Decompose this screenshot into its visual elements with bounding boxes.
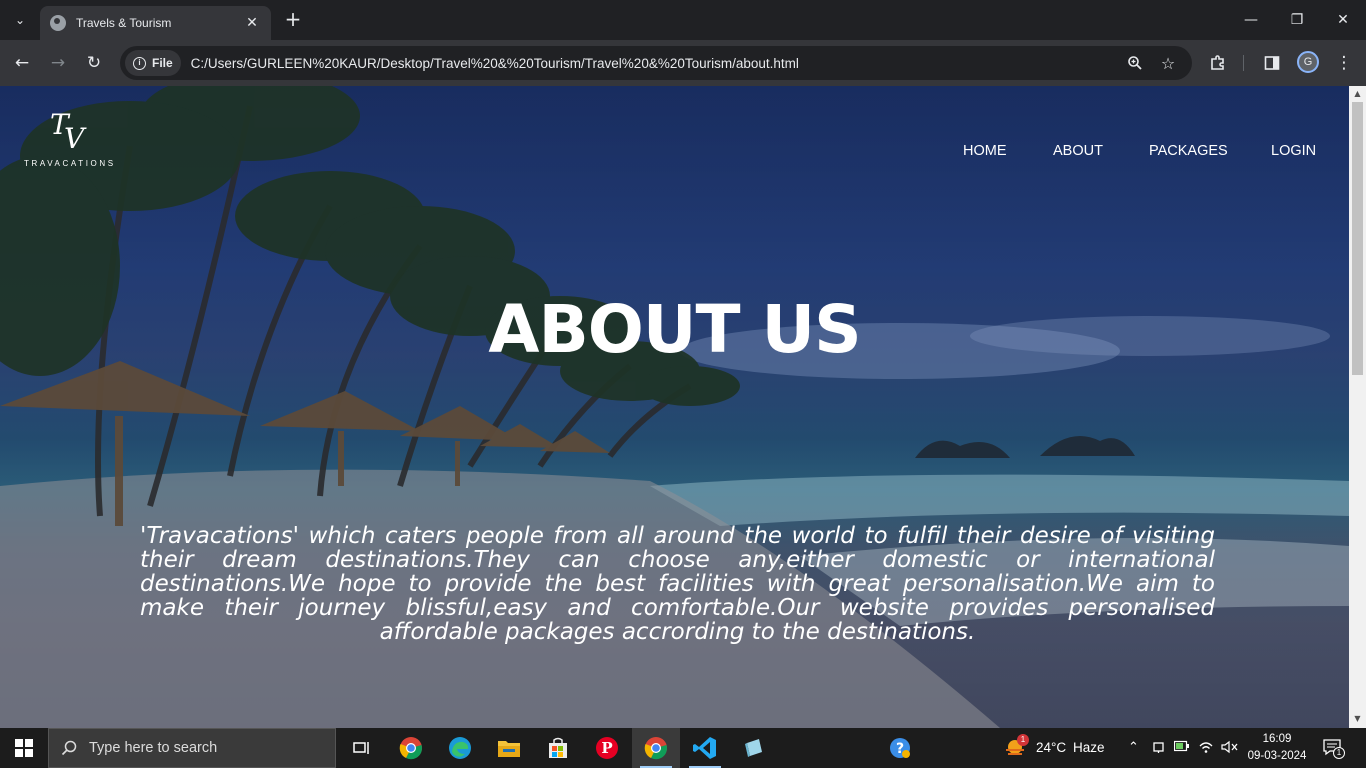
nav-packages-link[interactable]: PACKAGES: [1149, 143, 1228, 159]
search-icon: [61, 740, 77, 756]
nav-home-link[interactable]: HOME: [963, 143, 1007, 159]
extensions-puzzle-icon[interactable]: [1206, 51, 1230, 75]
file-label: File: [152, 56, 173, 70]
pinterest-icon[interactable]: P: [583, 728, 631, 768]
scroll-down-icon[interactable]: ▼: [1352, 713, 1363, 725]
globe-icon: [50, 15, 66, 31]
weather-description[interactable]: Haze: [1073, 740, 1105, 755]
clock-time: 16:09: [1262, 733, 1292, 745]
notepad-app-icon[interactable]: [730, 728, 778, 768]
task-view-icon[interactable]: [338, 728, 386, 768]
about-page: T V TRAVACATIONS HOME ABOUT PACKAGES LOG…: [0, 86, 1349, 728]
help-icon[interactable]: ?: [876, 728, 924, 768]
volume-muted-icon[interactable]: [1221, 740, 1239, 758]
windows-start-icon[interactable]: [0, 728, 48, 768]
new-tab-button[interactable]: +: [282, 9, 304, 31]
edge-icon[interactable]: [436, 728, 484, 768]
chrome-profile-icon[interactable]: [387, 728, 435, 768]
nav-about-link[interactable]: ABOUT: [1053, 143, 1103, 159]
wifi-icon[interactable]: [1198, 740, 1214, 758]
taskbar-clock[interactable]: 16:09 09-03-2024: [1244, 731, 1310, 765]
scroll-thumb[interactable]: [1352, 102, 1363, 375]
tab-close-icon[interactable]: ✕: [243, 15, 261, 31]
zoom-icon[interactable]: [1123, 51, 1147, 75]
tab-title: Travels & Tourism: [76, 16, 172, 30]
page-title: ABOUT US: [488, 291, 861, 368]
browser-toolbar: ← → ↻ i File C:/Users/GURLEEN%20KAUR/Des…: [0, 40, 1366, 86]
weather-haze-icon[interactable]: 1: [1004, 734, 1029, 756]
url-text[interactable]: C:/Users/GURLEEN%20KAUR/Desktop/Travel%2…: [191, 56, 799, 71]
show-hidden-icons-chevron-icon[interactable]: ⌃: [1128, 740, 1139, 755]
logo-wordmark: TRAVACATIONS: [24, 159, 116, 168]
notification-center-icon[interactable]: 1: [1322, 738, 1345, 759]
notification-count-badge: 1: [1333, 747, 1345, 759]
minimize-icon[interactable]: —: [1228, 8, 1274, 32]
about-description: 'Travacations' which caters people from …: [140, 523, 1215, 645]
microsoft-store-icon[interactable]: [534, 728, 582, 768]
search-placeholder: Type here to search: [89, 740, 218, 756]
svg-text:P: P: [601, 739, 612, 757]
chrome-menu-icon[interactable]: ⋮: [1332, 51, 1356, 75]
profile-avatar[interactable]: G: [1297, 51, 1319, 73]
battery-icon[interactable]: [1173, 740, 1190, 756]
back-arrow-icon[interactable]: ←: [10, 51, 34, 75]
browser-tab[interactable]: Travels & Tourism ✕: [40, 6, 271, 40]
windows-taskbar: Type here to search P ? 1 24°C Haze ⌃ 16…: [0, 728, 1366, 768]
nav-login-link[interactable]: LOGIN: [1271, 143, 1316, 159]
browser-tab-bar: ⌄ Travels & Tourism ✕ + — ❐ ✕: [0, 0, 1366, 40]
window-close-icon[interactable]: ✕: [1320, 8, 1366, 32]
site-info-chip[interactable]: i File: [125, 50, 181, 76]
address-bar[interactable]: i File C:/Users/GURLEEN%20KAUR/Desktop/T…: [120, 46, 1192, 80]
file-explorer-icon[interactable]: [485, 728, 533, 768]
side-panel-icon[interactable]: [1260, 51, 1284, 75]
reload-icon[interactable]: ↻: [82, 51, 106, 75]
weather-badge: 1: [1017, 734, 1029, 746]
scroll-up-icon[interactable]: ▲: [1352, 88, 1363, 100]
forward-arrow-icon[interactable]: →: [46, 51, 70, 75]
logo-mark: T V: [50, 108, 90, 155]
info-icon: i: [133, 56, 146, 70]
meet-now-icon[interactable]: [1152, 740, 1166, 758]
taskbar-search-box[interactable]: Type here to search: [48, 728, 336, 768]
toolbar-divider: [1243, 55, 1244, 71]
bookmark-star-icon[interactable]: ☆: [1156, 51, 1180, 75]
chrome-icon-active[interactable]: [632, 728, 680, 768]
weather-temperature[interactable]: 24°C: [1036, 740, 1066, 755]
travacations-logo[interactable]: T V TRAVACATIONS: [24, 108, 114, 170]
restore-icon[interactable]: ❐: [1274, 8, 1320, 32]
clock-date: 09-03-2024: [1247, 750, 1307, 762]
page-scrollbar[interactable]: ▲ ▼: [1349, 86, 1366, 728]
logo-mark-v: V: [64, 122, 85, 155]
tab-search-chevron-icon[interactable]: ⌄: [6, 8, 34, 32]
vscode-icon[interactable]: [681, 728, 729, 768]
